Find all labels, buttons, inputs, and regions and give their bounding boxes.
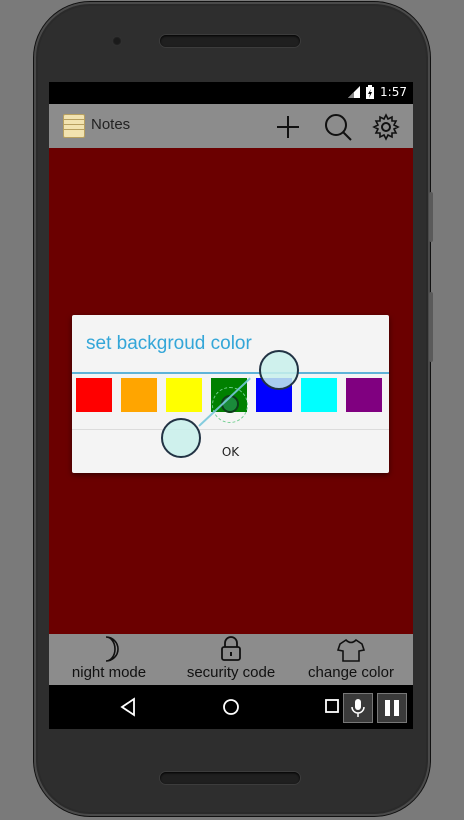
change-color-button[interactable]: change color	[301, 634, 401, 686]
pause-button[interactable]	[377, 693, 407, 723]
night-mode-button[interactable]: night mode	[63, 634, 155, 686]
plus-icon	[277, 116, 299, 138]
nav-home-button[interactable]	[221, 697, 241, 721]
app-bar: Notes	[49, 104, 413, 148]
microphone-button[interactable]	[343, 693, 373, 723]
tshirt-icon	[337, 638, 365, 662]
security-code-label: security code	[186, 664, 276, 681]
bottom-toolbar: night mode security code change color	[49, 634, 413, 686]
nav-recents-button[interactable]	[325, 697, 341, 721]
status-time: 1:57	[380, 85, 407, 99]
add-note-button[interactable]	[273, 112, 303, 142]
screen: 1:57 Notes set backgroud color OK night …	[49, 82, 413, 729]
swatch-purple[interactable]	[346, 378, 382, 412]
swatch-cyan[interactable]	[301, 378, 337, 412]
settings-button[interactable]	[371, 112, 401, 142]
system-nav-bar	[49, 685, 413, 729]
signal-icon	[348, 86, 361, 98]
search-icon	[325, 114, 352, 141]
dialog-title: set backgroud color	[86, 333, 252, 354]
status-bar: 1:57	[49, 82, 413, 104]
pause-icon	[385, 700, 399, 716]
front-camera	[112, 36, 122, 46]
app-title: Notes	[91, 116, 131, 133]
swatch-red[interactable]	[76, 378, 112, 412]
nav-back-button[interactable]	[119, 697, 137, 721]
microphone-icon	[351, 699, 365, 717]
ok-button[interactable]: OK	[72, 439, 389, 465]
notes-app-icon	[63, 114, 85, 138]
night-mode-label: night mode	[71, 664, 147, 681]
dialog-title-divider	[72, 372, 389, 374]
home-circle-icon	[223, 699, 239, 715]
touch-point-indicator	[161, 418, 201, 458]
top-speaker	[160, 35, 300, 47]
power-button[interactable]	[429, 192, 433, 242]
swatch-yellow[interactable]	[166, 378, 202, 412]
dialog-button-divider	[72, 429, 389, 430]
touch-point-indicator	[259, 350, 299, 390]
volume-button[interactable]	[429, 292, 433, 362]
bottom-speaker	[160, 772, 300, 784]
change-color-label: change color	[308, 664, 394, 681]
search-button[interactable]	[323, 112, 353, 142]
security-code-button[interactable]: security code	[179, 634, 283, 686]
moon-icon	[105, 636, 119, 662]
lock-icon	[221, 636, 241, 661]
recents-square-icon	[325, 699, 339, 713]
battery-charging-icon	[366, 85, 375, 99]
back-triangle-icon	[120, 697, 135, 717]
gear-icon	[372, 113, 400, 141]
swatch-orange[interactable]	[121, 378, 157, 412]
